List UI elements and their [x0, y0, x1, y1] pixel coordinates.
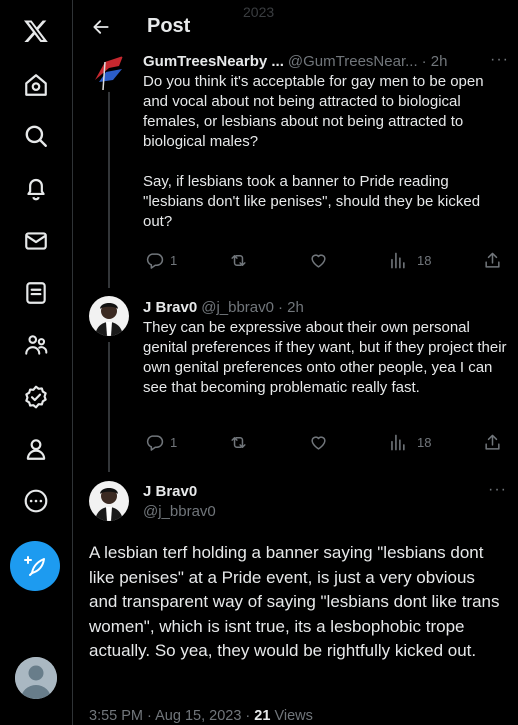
search-icon[interactable]: [14, 114, 58, 158]
messages-envelope-icon[interactable]: [14, 219, 58, 263]
left-nav: [0, 0, 72, 725]
avatar[interactable]: [89, 481, 129, 521]
post-time[interactable]: · 2h: [422, 53, 448, 70]
post-text: They can be expressive about their own p…: [143, 319, 511, 396]
reply-button[interactable]: 1: [145, 251, 177, 270]
views-button[interactable]: 18: [388, 433, 431, 452]
more-options-button[interactable]: ···: [490, 51, 509, 69]
home-icon[interactable]: [14, 63, 58, 107]
display-name[interactable]: GumTreesNearby ...: [143, 53, 284, 70]
top-header: 2023 Post: [73, 0, 518, 53]
views-label: Views: [274, 708, 313, 724]
views-chart-icon: [391, 434, 405, 451]
profile-icon[interactable]: [14, 427, 58, 471]
views-count: 18: [417, 253, 432, 268]
user-handle[interactable]: @j_bbrav0: [201, 299, 274, 316]
post-date[interactable]: Aug 15, 2023: [155, 708, 241, 724]
account-avatar[interactable]: [15, 657, 57, 699]
repost-button[interactable]: [229, 251, 254, 270]
x-logo-icon[interactable]: [14, 9, 58, 53]
back-arrow-icon: [93, 19, 109, 34]
views-count: 18: [417, 435, 432, 450]
like-button[interactable]: [309, 251, 334, 270]
reply-post[interactable]: J Brav0 @j_bbrav0 · 2h They can be expre…: [73, 294, 518, 464]
post-time[interactable]: 3:55 PM: [89, 708, 143, 724]
avatar[interactable]: [89, 296, 129, 336]
repost-icon: [231, 436, 246, 449]
verified-badge-icon[interactable]: [14, 375, 58, 419]
post-meta: 3:55 PM · Aug 15, 2023 · 21 Views: [89, 708, 313, 724]
display-name[interactable]: J Brav0: [143, 299, 197, 316]
reply-post[interactable]: GumTreesNearby ... @GumTreesNear... · 2h…: [73, 50, 518, 290]
meta-separator: ·: [245, 708, 251, 724]
meta-separator: ·: [147, 708, 152, 724]
user-handle[interactable]: @GumTreesNear...: [288, 53, 418, 70]
share-icon: [485, 434, 500, 450]
communities-icon[interactable]: [14, 323, 58, 367]
post-time[interactable]: · 2h: [278, 299, 304, 316]
views-chart-icon: [391, 252, 405, 269]
action-bar: 1 18: [143, 433, 509, 455]
user-handle[interactable]: @j_bbrav0: [143, 503, 216, 520]
compose-post-button[interactable]: [10, 541, 60, 591]
avatar[interactable]: [89, 52, 129, 92]
reply-button[interactable]: 1: [145, 433, 177, 452]
reply-bubble-icon: [146, 435, 164, 451]
heart-icon: [311, 254, 326, 268]
notifications-bell-icon[interactable]: [14, 166, 58, 210]
display-name[interactable]: J Brav0: [143, 483, 197, 500]
post-detail-column: 2023 Post GumTreesNearby ... @GumTreesNe…: [72, 0, 518, 725]
post-text: A lesbian terf holding a banner saying "…: [89, 543, 500, 660]
repost-icon: [231, 254, 246, 267]
share-button[interactable]: [483, 251, 502, 270]
action-bar: 1 18: [143, 251, 509, 273]
heart-icon: [311, 436, 326, 450]
share-button[interactable]: [483, 433, 502, 452]
lists-icon[interactable]: [14, 271, 58, 315]
repost-button[interactable]: [229, 433, 254, 452]
feather-plus-icon: [24, 556, 45, 576]
reply-count: 1: [170, 435, 178, 450]
reply-bubble-icon: [146, 253, 164, 269]
views-button[interactable]: 18: [388, 251, 431, 270]
like-button[interactable]: [309, 433, 334, 452]
scrolled-ghost-text: 2023: [243, 4, 275, 20]
share-icon: [485, 252, 500, 268]
page-title: Post: [147, 15, 191, 37]
post-header: J Brav0 @j_bbrav0 · 2h: [143, 297, 509, 317]
back-button[interactable]: [83, 9, 119, 45]
reply-count: 1: [170, 253, 178, 268]
post-text: Do you think it's acceptable for gay men…: [143, 73, 484, 230]
views-count: 21: [254, 708, 271, 724]
more-circle-icon[interactable]: [14, 479, 58, 523]
more-options-button[interactable]: ···: [488, 481, 507, 499]
post-header: GumTreesNearby ... @GumTreesNear... · 2h…: [143, 51, 509, 71]
